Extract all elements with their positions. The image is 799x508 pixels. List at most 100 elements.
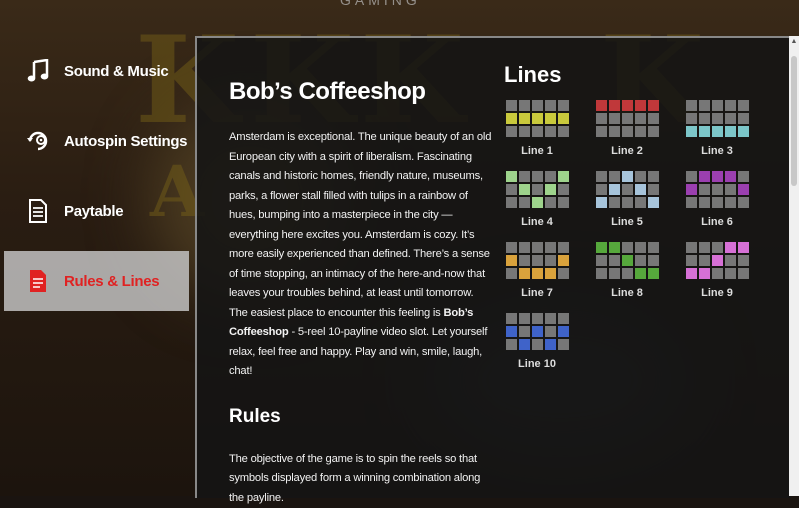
payline-cell xyxy=(699,113,710,124)
payline-cell xyxy=(558,126,569,137)
payline-cell xyxy=(635,113,646,124)
payline-cell xyxy=(506,184,517,195)
payline-card: Line 7 xyxy=(502,242,572,299)
payline-cell xyxy=(506,171,517,182)
payline-card: Line 6 xyxy=(682,171,752,228)
payline-cell xyxy=(738,113,749,124)
payline-diagram xyxy=(686,171,749,208)
payline-diagram xyxy=(686,242,749,279)
payline-cell xyxy=(506,268,517,279)
payline-cell xyxy=(712,242,723,253)
payline-cell xyxy=(635,171,646,182)
payline-cell xyxy=(532,339,543,350)
payline-cell xyxy=(519,184,530,195)
payline-cell xyxy=(506,242,517,253)
scrollbar-thumb[interactable] xyxy=(791,56,797,186)
payline-cell xyxy=(622,171,633,182)
payline-cell xyxy=(635,126,646,137)
payline-cell xyxy=(506,113,517,124)
payline-cell xyxy=(506,255,517,266)
payline-label: Line 10 xyxy=(518,358,556,370)
payline-cell xyxy=(609,184,620,195)
payline-cell xyxy=(622,268,633,279)
payline-cell xyxy=(686,197,697,208)
payline-cell xyxy=(609,268,620,279)
payline-cell xyxy=(532,313,543,324)
payline-cell xyxy=(609,197,620,208)
payline-cell xyxy=(545,171,556,182)
payline-cell xyxy=(558,268,569,279)
payline-cell xyxy=(532,126,543,137)
payline-cell xyxy=(622,255,633,266)
payline-cell xyxy=(596,268,607,279)
payline-cell xyxy=(712,255,723,266)
payline-cell xyxy=(519,313,530,324)
payline-cell xyxy=(686,268,697,279)
payline-cell xyxy=(648,113,659,124)
payline-cell xyxy=(506,197,517,208)
sidebar-item-paytable[interactable]: Paytable xyxy=(0,176,195,246)
payline-cell xyxy=(622,100,633,111)
payline-cell xyxy=(622,197,633,208)
payline-cell xyxy=(725,126,736,137)
payline-cell xyxy=(519,197,530,208)
lines-section: Lines Line 1Line 2Line 3Line 4Line 5Line… xyxy=(502,62,787,370)
payline-cell xyxy=(738,126,749,137)
payline-cell xyxy=(648,100,659,111)
payline-cell xyxy=(519,268,530,279)
sidebar-item-rules-lines[interactable]: Rules & Lines xyxy=(4,251,189,311)
payline-cell xyxy=(699,184,710,195)
payline-cell xyxy=(519,113,530,124)
payline-cell xyxy=(648,184,659,195)
payline-cell xyxy=(725,171,736,182)
payline-cell xyxy=(596,100,607,111)
payline-label: Line 3 xyxy=(701,145,733,157)
payline-cell xyxy=(712,113,723,124)
scroll-up-arrow-icon[interactable]: ▲ xyxy=(789,38,799,45)
payline-card: Line 9 xyxy=(682,242,752,299)
payline-cell xyxy=(648,171,659,182)
payline-cell xyxy=(545,197,556,208)
payline-cell xyxy=(596,242,607,253)
sidebar-item-label: Sound & Music xyxy=(64,63,168,80)
payline-cell xyxy=(738,268,749,279)
payline-cell xyxy=(712,197,723,208)
payline-diagram xyxy=(596,100,659,137)
payline-cell xyxy=(635,242,646,253)
payline-label: Line 8 xyxy=(611,287,643,299)
sidebar-item-sound-music[interactable]: Sound & Music xyxy=(0,36,195,106)
payline-cell xyxy=(545,126,556,137)
payline-cell xyxy=(506,100,517,111)
payline-cell xyxy=(545,313,556,324)
payline-cell xyxy=(712,171,723,182)
sidebar-item-autospin-settings[interactable]: Autospin Settings xyxy=(0,106,195,176)
payline-diagram xyxy=(596,171,659,208)
payline-cell xyxy=(635,197,646,208)
lines-grid: Line 1Line 2Line 3Line 4Line 5Line 6Line… xyxy=(502,100,787,370)
payline-cell xyxy=(725,268,736,279)
payline-label: Line 7 xyxy=(521,287,553,299)
payline-cell xyxy=(738,171,749,182)
payline-cell xyxy=(506,326,517,337)
payline-cell xyxy=(532,197,543,208)
payline-cell xyxy=(596,171,607,182)
payline-diagram xyxy=(596,242,659,279)
payline-cell xyxy=(532,242,543,253)
payline-cell xyxy=(609,242,620,253)
payline-cell xyxy=(558,255,569,266)
payline-cell xyxy=(558,339,569,350)
payline-label: Line 2 xyxy=(611,145,643,157)
payline-cell xyxy=(519,100,530,111)
payline-cell xyxy=(686,255,697,266)
payline-cell xyxy=(558,242,569,253)
payline-cell xyxy=(558,100,569,111)
payline-diagram xyxy=(506,313,569,350)
rules-paragraph: The objective of the game is to spin the… xyxy=(229,450,494,508)
payline-card: Line 3 xyxy=(682,100,752,157)
payline-diagram xyxy=(506,100,569,137)
scrollbar[interactable]: ▲ xyxy=(789,36,799,496)
payline-card: Line 2 xyxy=(592,100,662,157)
sidebar-item-label: Autospin Settings xyxy=(64,133,187,150)
sidebar: Sound & Music Autospin Settings Paytable xyxy=(0,36,195,316)
payline-cell xyxy=(532,113,543,124)
